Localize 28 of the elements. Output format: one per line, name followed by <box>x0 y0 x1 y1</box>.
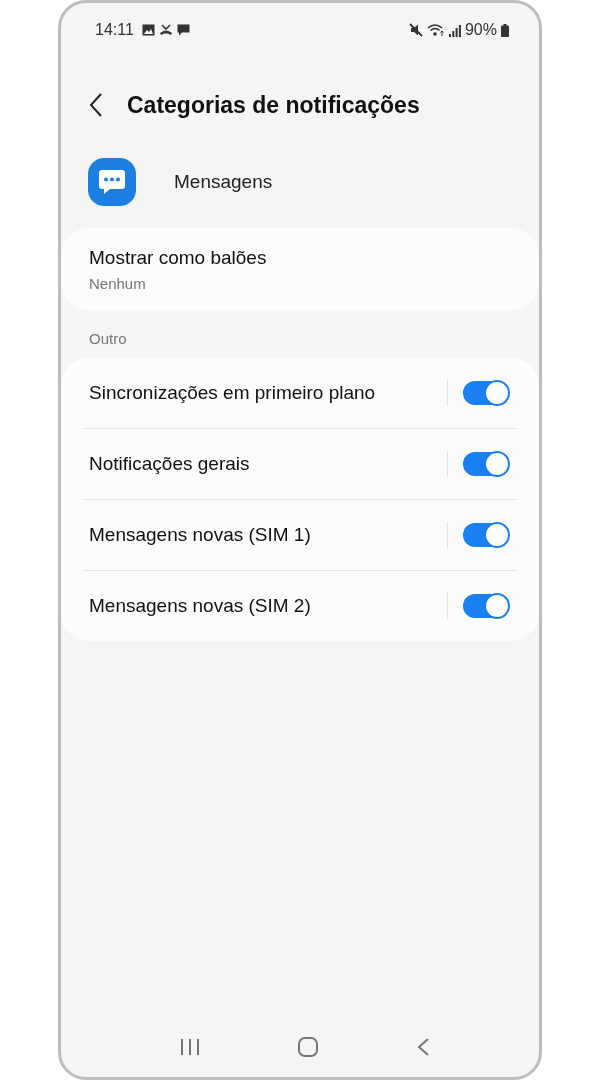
setting-label: Mensagens novas (SIM 1) <box>88 524 312 546</box>
missed-call-icon <box>158 24 173 36</box>
setting-label: Mensagens novas (SIM 2) <box>88 595 312 617</box>
signal-icon <box>448 23 461 37</box>
setting-title: Mostrar como balões <box>89 247 268 269</box>
page-title: Categorias de notificações <box>127 91 420 119</box>
battery-icon <box>501 23 509 37</box>
message-icon <box>176 24 190 36</box>
bubbles-setting[interactable]: Mostrar como balões Nenhum <box>61 228 539 310</box>
home-icon[interactable] <box>297 1036 319 1058</box>
back-nav-icon[interactable] <box>416 1037 431 1057</box>
setting-label: Sincronizações em primeiro plano <box>88 382 377 404</box>
section-header: Outro <box>88 330 128 349</box>
toggle-switch[interactable] <box>463 594 509 618</box>
messages-app-icon <box>88 158 136 206</box>
battery-percent: 90% <box>464 21 497 39</box>
mute-icon <box>408 23 423 37</box>
recent-apps-icon[interactable] <box>179 1038 200 1056</box>
setting-label: Notificações gerais <box>88 453 251 475</box>
toggle-switch[interactable] <box>463 381 509 405</box>
back-icon[interactable] <box>89 93 103 117</box>
wifi-icon <box>426 23 445 37</box>
setting-value: Nenhum <box>89 275 147 292</box>
toggle-switch[interactable] <box>463 523 509 547</box>
picture-icon <box>141 24 155 36</box>
toggle-switch[interactable] <box>463 452 509 476</box>
app-name: Mensagens <box>174 171 273 193</box>
status-time: 14:11 <box>95 21 134 39</box>
